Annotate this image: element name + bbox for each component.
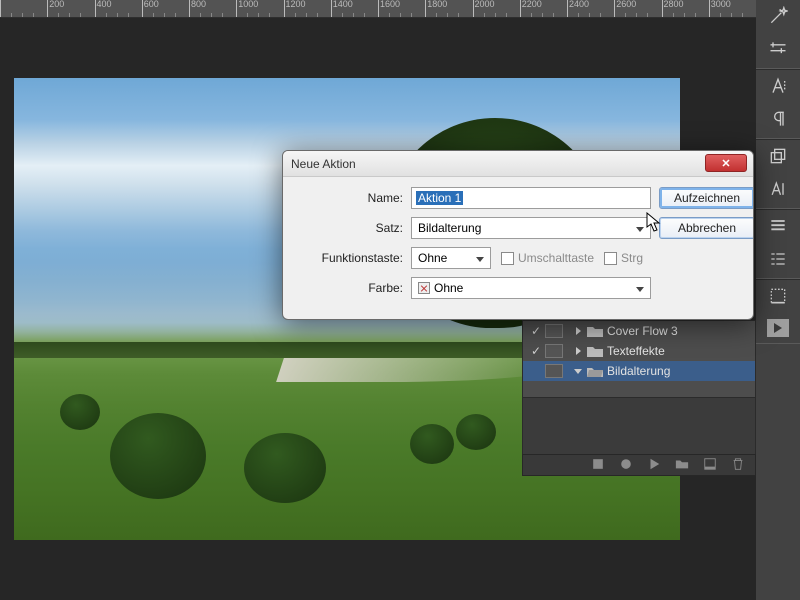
set-select[interactable]: Bildalterung [411,217,651,239]
image-detail [60,394,100,430]
fkey-select-value: Ohne [418,251,447,265]
image-detail [110,413,206,499]
stop-icon[interactable] [591,457,605,474]
toggle-checkbox[interactable]: ✓ [527,344,545,358]
image-detail [410,424,454,464]
actions-row-label: Bildalterung [607,364,670,378]
ruler-mark: 2800 [662,0,709,17]
ruler-mark: 600 [142,0,189,17]
trash-icon[interactable] [731,457,745,474]
list-icon[interactable] [768,216,788,239]
play-icon[interactable] [767,319,789,337]
ruler-mark: 800 [189,0,236,17]
ruler-mark [0,0,47,17]
chevron-down-icon[interactable] [573,366,583,376]
toggle-checkbox[interactable]: ✓ [527,324,545,338]
sliders-icon[interactable] [768,39,788,62]
name-input[interactable]: Aktion 1 [411,187,651,209]
actions-panel-footer [522,454,756,476]
chevron-down-icon [476,251,484,265]
ruler-mark: 2600 [614,0,661,17]
record-button-label: Aufzeichnen [674,191,740,205]
color-swatch-none-icon [418,282,430,294]
actions-row[interactable]: ✓ Cover Flow 3 [523,321,755,341]
actions-row[interactable]: ✓ Texteffekte [523,341,755,361]
folder-icon [587,345,603,357]
ruler-mark: 400 [95,0,142,17]
folder-icon [587,325,603,337]
fkey-label: Funktionstaste: [295,251,403,265]
chevron-right-icon[interactable] [573,346,583,356]
ruler-mark: 1600 [378,0,425,17]
name-input-value: Aktion 1 [416,191,463,205]
ctrl-checkbox-label: Strg [621,251,643,265]
name-label: Name: [295,191,403,205]
shift-checkbox[interactable] [501,252,514,265]
new-action-icon[interactable] [703,457,717,474]
record-button[interactable]: Aufzeichnen [659,187,754,209]
fkey-select[interactable]: Ohne [411,247,491,269]
ruler-mark: 1800 [425,0,472,17]
dialog-toggle[interactable] [545,344,563,358]
actions-panel-empty [523,397,755,457]
image-detail [456,414,496,450]
ctrl-checkbox[interactable] [604,252,617,265]
actions-row-label: Cover Flow 3 [607,324,678,338]
dialog-toggle[interactable] [545,324,563,338]
color-select[interactable]: Ohne [411,277,651,299]
ruler-mark: 2200 [520,0,567,17]
set-label: Satz: [295,221,403,235]
dialog-toggle[interactable] [545,364,563,378]
ruler-horizontal: 2004006008001000120014001600180020002200… [0,0,756,18]
ruler-mark: 1400 [331,0,378,17]
record-icon[interactable] [619,457,633,474]
new-action-dialog: Neue Aktion Name: Aktion 1 Aufzeichnen S… [282,150,754,320]
cancel-button-label: Abbrechen [678,221,736,235]
char-align-icon[interactable] [768,179,788,202]
image-detail [244,433,326,503]
close-icon[interactable] [705,154,747,172]
ruler-mark: 1200 [284,0,331,17]
ruler-mark: 2000 [473,0,520,17]
actions-row-label: Texteffekte [607,344,665,358]
wand-icon[interactable] [768,6,788,29]
set-select-value: Bildalterung [418,221,481,235]
dialog-titlebar[interactable]: Neue Aktion [283,151,753,177]
paragraph-icon[interactable] [768,109,788,132]
right-panel-rail [756,0,800,600]
actions-panel: ✓ Cover Flow 3 ✓ Texteffekte Bildalterung [522,320,756,472]
stacked-squares-icon[interactable] [768,146,788,169]
play-icon[interactable] [647,457,661,474]
chevron-right-icon[interactable] [573,326,583,336]
ruler-mark: 3000 [709,0,756,17]
ruler-mark: 2400 [567,0,614,17]
ruler-mark: 1000 [236,0,283,17]
properties-icon[interactable] [768,249,788,272]
color-select-value: Ohne [434,281,463,295]
char-A-icon[interactable] [768,76,788,99]
dialog-title: Neue Aktion [291,157,356,171]
actions-row[interactable]: Bildalterung [523,361,755,381]
new-folder-icon[interactable] [675,457,689,474]
chevron-down-icon [636,221,644,235]
color-label: Farbe: [295,281,403,295]
folder-open-icon [587,365,603,377]
ruler-mark: 200 [47,0,94,17]
chevron-down-icon [636,281,644,295]
shift-checkbox-label: Umschalttaste [518,251,594,265]
dotted-square-icon[interactable] [768,286,788,309]
cancel-button[interactable]: Abbrechen [659,217,754,239]
